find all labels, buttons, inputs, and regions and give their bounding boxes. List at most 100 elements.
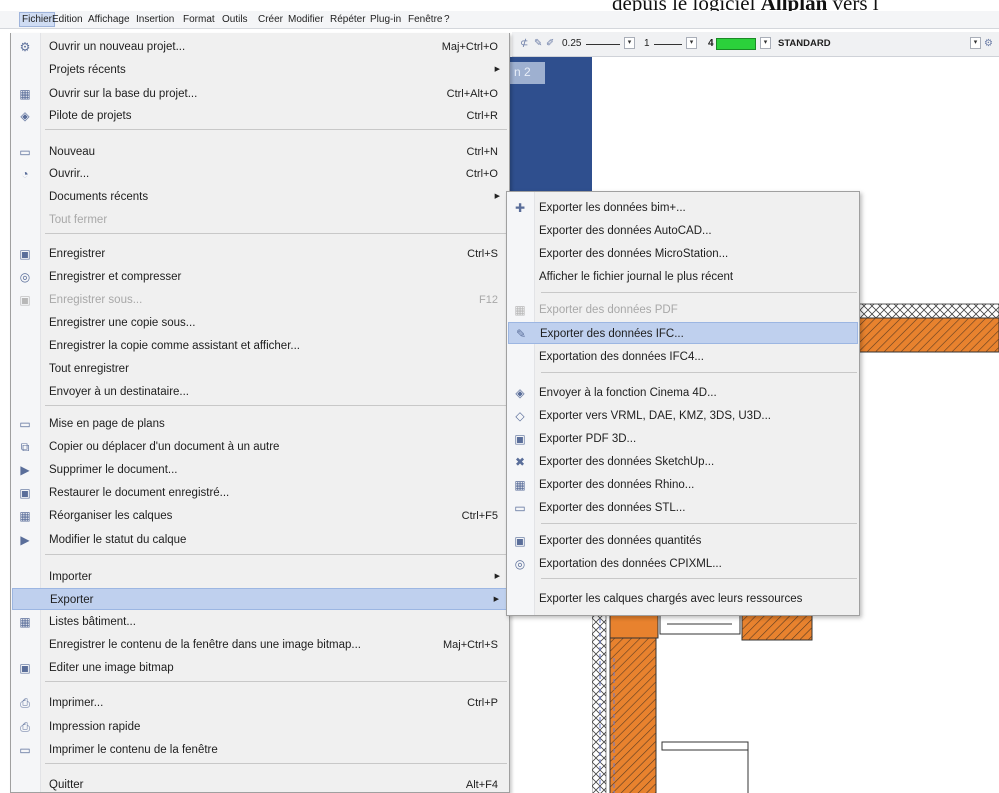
menu-item-label: Modifier le statut du calque bbox=[49, 534, 187, 546]
menu-item-ouvrir-sur-la-base-du-projet[interactable]: ▦ Ouvrir sur la base du projet... Ctrl+Alt… bbox=[12, 83, 508, 105]
line-dropdown-button[interactable]: ▾ bbox=[686, 37, 697, 49]
menu-repeter[interactable]: Répéter bbox=[330, 13, 366, 26]
menu-item-supprimer-le-document[interactable]: ▶ Supprimer le document... bbox=[12, 459, 508, 481]
layer-value[interactable]: STANDARD bbox=[778, 38, 831, 49]
menu-item-afficher-le-fichier-journal-le-plus-recent[interactable]: Afficher le fichier journal le plus réce… bbox=[508, 266, 858, 288]
rhino-icon: ▦ bbox=[514, 478, 526, 492]
menu-item-reorganiser-les-calques[interactable]: ▦ Réorganiser les calques Ctrl+F5 bbox=[12, 505, 508, 527]
menu-item-imprimer-le-contenu-de-la-fenetre[interactable]: ▭ Imprimer le contenu de la fenêtre bbox=[12, 739, 508, 761]
menu-edition[interactable]: Edition bbox=[52, 13, 83, 26]
menu-item-enregistrer-et-compresser[interactable]: ◎ Enregistrer et compresser bbox=[12, 266, 508, 288]
menu-item-exporter-des-donnees-autocad[interactable]: Exporter des données AutoCAD... bbox=[508, 220, 858, 242]
ifc-export-icon: ✎ bbox=[515, 327, 527, 341]
door-outline bbox=[662, 749, 749, 793]
menu-separator bbox=[45, 763, 507, 764]
menu-item-exporter-des-donnees-microstation[interactable]: Exporter des données MicroStation... bbox=[508, 243, 858, 265]
menu-item-exporter-des-donnees-ifc[interactable]: ✎ Exporter des données IFC... bbox=[508, 322, 858, 344]
menu-item-label: Copier ou déplacer d'un document à un au… bbox=[49, 441, 280, 453]
compress-icon: ◎ bbox=[19, 270, 31, 284]
menu-item-label: Editer une image bitmap bbox=[49, 662, 174, 674]
color-value[interactable]: 4 bbox=[708, 38, 714, 49]
menu-item-label: Impression rapide bbox=[49, 721, 141, 733]
menu-item-nouveau[interactable]: ▭ Nouveau Ctrl+N bbox=[12, 141, 508, 163]
bitmap-icon: ▣ bbox=[19, 661, 31, 675]
menu-affichage[interactable]: Affichage bbox=[88, 13, 130, 26]
menu-item-enregistrer-le-contenu-de-la-fenetre-dans-une-image-bitmap[interactable]: Enregistrer le contenu de la fenêtre dan… bbox=[12, 634, 508, 656]
menu-item-shortcut: Ctrl+R bbox=[466, 110, 498, 122]
new-document-icon: ▭ bbox=[19, 145, 31, 159]
menu-item-impression-rapide[interactable]: ⎙ Impression rapide bbox=[12, 716, 508, 738]
menu-item-exporter-pdf-3d[interactable]: ▣ Exporter PDF 3D... bbox=[508, 428, 858, 450]
menu-fenetre[interactable]: Fenêtre bbox=[408, 13, 442, 26]
menu-item-exporter-des-donnees-quantites[interactable]: ▣ Exporter des données quantités bbox=[508, 530, 858, 552]
line-type-value[interactable]: 1 bbox=[644, 38, 650, 49]
delete-document-icon: ▶ bbox=[20, 463, 30, 477]
menu-item-listes-batiment[interactable]: ▦ Listes bâtiment... bbox=[12, 611, 508, 633]
menu-item-editer-une-image-bitmap[interactable]: ▣ Editer une image bitmap bbox=[12, 657, 508, 679]
menu-item-imprimer[interactable]: ⎙ Imprimer... Ctrl+P bbox=[12, 692, 508, 714]
menu-item-tout-enregistrer[interactable]: Tout enregistrer bbox=[12, 358, 508, 380]
menu-separator bbox=[45, 681, 507, 682]
snap-icon[interactable]: ⊄ bbox=[520, 38, 528, 49]
menu-outils[interactable]: Outils bbox=[222, 13, 248, 26]
menu-item-copier-ou-deplacer-d-un-document-a-un-autre[interactable]: ⧉ Copier ou déplacer d'un document à un a… bbox=[12, 436, 508, 458]
pen-icon[interactable]: ✎ bbox=[534, 38, 542, 49]
menu-item-shortcut: Maj+Ctrl+O bbox=[441, 41, 498, 53]
pencil-icon[interactable]: ✐ bbox=[546, 38, 554, 49]
document-tab[interactable]: n 2 bbox=[510, 62, 545, 84]
menu-item-exportation-des-donnees-cpixml[interactable]: ◎ Exportation des données CPIXML... bbox=[508, 553, 858, 575]
menu-item-exporter[interactable]: Exporter ▶ bbox=[12, 588, 508, 610]
menu-item-documents-recents[interactable]: Documents récents ▶ bbox=[12, 186, 508, 208]
menu-item-exporter-des-donnees-rhino[interactable]: ▦ Exporter des données Rhino... bbox=[508, 474, 858, 496]
line-type-preview bbox=[654, 44, 682, 45]
settings-icon[interactable]: ⚙ bbox=[984, 38, 993, 49]
menu-item-projets-recents[interactable]: Projets récents ▶ bbox=[12, 59, 508, 81]
menu-modifier[interactable]: Modifier bbox=[288, 13, 324, 26]
menu-item-exporter-des-donnees-sketchup[interactable]: ✖ Exporter des données SketchUp... bbox=[508, 451, 858, 473]
door-threshold bbox=[661, 741, 749, 751]
menu-item-restaurer-le-document-enregistre[interactable]: ▣ Restaurer le document enregistré... bbox=[12, 482, 508, 504]
sketchup-icon: ✖ bbox=[514, 455, 526, 469]
layer-dropdown-button[interactable]: ▾ bbox=[970, 37, 981, 49]
menu-item-ouvrir-un-nouveau-projet[interactable]: ⚙ Ouvrir un nouveau projet... Maj+Ctrl+O bbox=[12, 36, 508, 58]
menu-item-envoyer-a-un-destinataire[interactable]: Envoyer à un destinataire... bbox=[12, 381, 508, 403]
menu-item-exporter-vers-vrml-dae-kmz-3ds-u3d[interactable]: ◇ Exporter vers VRML, DAE, KMZ, 3DS, U3D.… bbox=[508, 405, 858, 427]
menu-item-ouvrir[interactable]: ◔ Ouvrir... Ctrl+O bbox=[12, 163, 508, 185]
menu-item-pilote-de-projets[interactable]: ◈ Pilote de projets Ctrl+R bbox=[12, 105, 508, 127]
color-dropdown-button[interactable]: ▾ bbox=[760, 37, 771, 49]
gear-icon: ⚙ bbox=[19, 40, 31, 54]
menu-item-shortcut: Ctrl+N bbox=[466, 146, 498, 158]
menu-item-label: Pilote de projets bbox=[49, 110, 132, 122]
menu-creer[interactable]: Créer bbox=[258, 13, 283, 26]
quick-print-icon: ⎙ bbox=[20, 720, 30, 734]
color-swatch[interactable] bbox=[716, 38, 756, 50]
menu-item-shortcut: Ctrl+F5 bbox=[461, 510, 498, 522]
menu-plug-in[interactable]: Plug-in bbox=[370, 13, 401, 26]
menu-separator bbox=[541, 292, 857, 293]
menu-item-label: Exporter des données quantités bbox=[539, 535, 702, 547]
menu-item-quitter[interactable]: Quitter Alt+F4 bbox=[12, 774, 508, 793]
menu-item-exportation-des-donnees-ifc4[interactable]: Exportation des données IFC4... bbox=[508, 346, 858, 368]
menu-insertion[interactable]: Insertion bbox=[136, 13, 174, 26]
menu-item-enregistrer[interactable]: ▣ Enregistrer Ctrl+S bbox=[12, 243, 508, 265]
bim-plus-icon: ✚ bbox=[514, 201, 526, 215]
menu-item-shortcut: Ctrl+Alt+O bbox=[446, 88, 498, 100]
menu-[interactable]: ? bbox=[444, 13, 450, 26]
menu-item-envoyer-a-la-fonction-cinema-4d[interactable]: ◈ Envoyer à la fonction Cinema 4D... bbox=[508, 382, 858, 404]
menu-separator bbox=[541, 372, 857, 373]
menu-item-label: Mise en page de plans bbox=[49, 418, 165, 430]
menu-item-label: Enregistrer sous... bbox=[49, 294, 143, 306]
menu-format[interactable]: Format bbox=[183, 13, 215, 26]
menu-item-exporter-des-donnees-stl[interactable]: ▭ Exporter des données STL... bbox=[508, 497, 858, 519]
menu-fichier[interactable]: Fichier bbox=[19, 12, 56, 27]
menu-item-label: Exporter les données bim+... bbox=[539, 202, 686, 214]
menu-item-importer[interactable]: Importer ▶ bbox=[12, 566, 508, 588]
menu-item-mise-en-page-de-plans[interactable]: ▭ Mise en page de plans bbox=[12, 413, 508, 435]
menu-item-exporter-les-donnees-bim[interactable]: ✚ Exporter les données bim+... bbox=[508, 197, 858, 219]
pen-thickness-value[interactable]: 0.25 bbox=[562, 38, 581, 49]
pen-dropdown-button[interactable]: ▾ bbox=[624, 37, 635, 49]
menu-item-enregistrer-la-copie-comme-assistant-et-afficher[interactable]: Enregistrer la copie comme assistant et … bbox=[12, 335, 508, 357]
menu-item-enregistrer-une-copie-sous[interactable]: Enregistrer une copie sous... bbox=[12, 312, 508, 334]
menu-item-modifier-le-statut-du-calque[interactable]: ▶ Modifier le statut du calque bbox=[12, 529, 508, 551]
menu-item-exporter-les-calques-charges-avec-leurs-ressources[interactable]: Exporter les calques chargés avec leurs … bbox=[508, 588, 858, 610]
